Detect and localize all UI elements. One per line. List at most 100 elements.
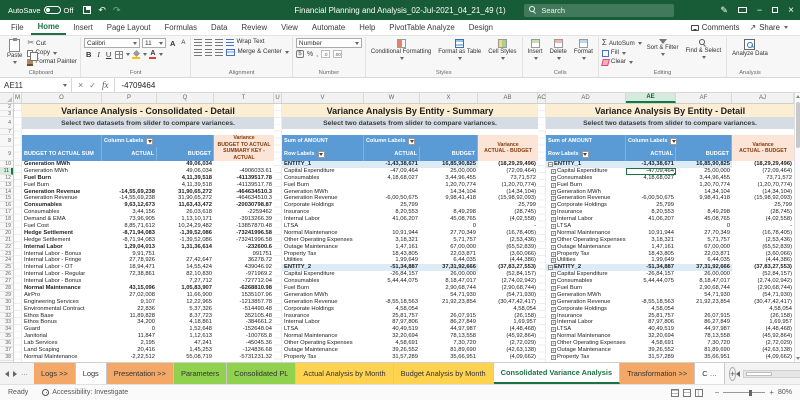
presenter-icon[interactable] <box>738 7 747 13</box>
budget-cell[interactable]: 7,30,720 <box>676 340 732 347</box>
row-label-cell[interactable]: Property Tax <box>282 251 364 258</box>
variance-cell[interactable]: 73,71,572 <box>732 175 794 182</box>
budget-cell[interactable]: 4,18,861 <box>157 319 214 326</box>
budget-cell[interactable]: 14,34,104 <box>420 189 478 196</box>
row-label-cell[interactable]: +Corporate Holdings <box>546 202 626 209</box>
budget-cell[interactable]: 49,06,034 <box>157 161 214 168</box>
budget-cell[interactable]: 45,08,765 <box>420 216 478 223</box>
undo-icon[interactable] <box>98 5 106 16</box>
row-label-cell[interactable]: Hedge Settlement <box>22 230 102 237</box>
variance-cell[interactable]: (1,20,70,774) <box>732 182 794 189</box>
insert-function-icon[interactable]: fx <box>102 80 109 90</box>
row-label-cell[interactable]: Generation MWh <box>22 168 102 175</box>
row-label-cell[interactable]: Property Tax <box>282 354 364 361</box>
decrease-decimal-icon[interactable]: .00 <box>333 50 342 58</box>
row-label-cell[interactable]: Generation MWh <box>22 161 102 168</box>
variance-cell[interactable]: (37,83,27,553) <box>478 264 538 271</box>
budget-cell[interactable]: -1,39,52,086 <box>157 230 214 237</box>
font-name-select[interactable]: Calibri <box>84 38 140 48</box>
row-label-cell[interactable]: Fuel Burn <box>22 182 102 189</box>
actual-cell[interactable]: 22,836 <box>102 306 157 313</box>
sheet-tab-budget-analysis-by-month[interactable]: Budget Analysis by Month <box>394 363 494 384</box>
more-sheets-icon[interactable]: … <box>21 370 29 377</box>
row-label-cell[interactable]: +Normal Maintenance <box>546 230 626 237</box>
budget-cell[interactable]: 78,13,558 <box>420 333 478 340</box>
search-input[interactable]: Search <box>524 4 674 17</box>
variance-cell[interactable]: (4,48,468) <box>478 326 538 333</box>
budget-cell[interactable]: 27,70,349 <box>676 230 732 237</box>
actual-cell[interactable]: 32,20,694 <box>364 333 420 340</box>
sort-filter-button[interactable]: Sort & Filter <box>645 38 681 57</box>
row-label-cell[interactable]: Fuel Burn <box>282 182 364 189</box>
row-label-cell[interactable]: Internal Labor - Bonus <box>22 251 102 258</box>
budget-cell[interactable]: 2,90,68,744 <box>676 285 732 292</box>
row-label-cell[interactable]: +Fuel Burn <box>546 182 626 189</box>
clear-button[interactable]: Clear <box>602 58 642 66</box>
budget-cell[interactable]: 31,90,65,272 <box>157 189 214 196</box>
budget-cell[interactable] <box>420 202 478 209</box>
actual-cell[interactable]: 20,416 <box>102 347 157 354</box>
actual-cell[interactable]: -14,55,69,238 <box>102 189 157 196</box>
expand-icon[interactable]: + <box>551 203 556 208</box>
actual-cell[interactable] <box>102 161 157 168</box>
variance-cell[interactable]: (4,02,558) <box>732 216 794 223</box>
variance-cell[interactable]: -152648.04 <box>214 326 274 333</box>
actual-cell[interactable] <box>364 182 420 189</box>
row-label-cell[interactable]: Generation Revenue <box>22 189 102 196</box>
actual-cell[interactable]: 43,15,096 <box>102 285 157 292</box>
budget-cell[interactable]: 1,31,36,614 <box>157 244 214 251</box>
autosave-control[interactable]: AutoSave Off <box>8 6 73 15</box>
actual-cell[interactable]: 10,91,944 <box>626 230 676 237</box>
actual-cell[interactable]: -14,55,69,238 <box>102 195 157 202</box>
budget-cell[interactable]: 11,66,900 <box>157 292 214 299</box>
variance-cell[interactable]: (54,71,930) <box>478 292 538 299</box>
variance-cell[interactable]: -6268810.98 <box>214 285 274 292</box>
redo-icon[interactable] <box>113 5 121 16</box>
row-label-cell[interactable]: Internal Labor <box>282 216 364 223</box>
actual-cell[interactable]: 3,18,321 <box>626 237 676 244</box>
variance-cell[interactable]: (2,53,436) <box>732 237 794 244</box>
grow-font-button[interactable]: A <box>168 39 177 48</box>
budget-cell[interactable]: 78,13,558 <box>676 333 732 340</box>
scroll-down-icon[interactable] <box>796 357 800 360</box>
sheet-tab-transformation[interactable]: Transformation >> <box>620 363 695 384</box>
row-label-cell[interactable]: Capital Expenditure <box>282 168 364 175</box>
budget-cell[interactable]: 45,08,765 <box>676 216 732 223</box>
row-label-cell[interactable]: Ethos Bonus <box>22 319 102 326</box>
hscroll-track[interactable] <box>743 370 800 378</box>
variance-cell[interactable]: (2,90,68,744) <box>732 285 794 292</box>
actual-cell[interactable]: 73,96,905 <box>102 216 157 223</box>
actual-cell[interactable]: 8,20,553 <box>626 209 676 216</box>
variance-cell[interactable]: (16,78,405) <box>478 230 538 237</box>
actual-cell[interactable]: 11,847 <box>102 333 157 340</box>
budget-cell[interactable]: 10,24,29,482 <box>157 223 214 230</box>
row-header-38[interactable]: 38 <box>0 354 13 361</box>
actual-cell[interactable]: 4,58,054 <box>364 306 420 313</box>
variance-cell[interactable]: (37,83,27,553) <box>732 264 794 271</box>
row-label-cell[interactable]: +Property Tax <box>546 251 626 258</box>
fill-button[interactable]: Fill <box>602 49 642 57</box>
column-labels-cell[interactable]: Column Labels <box>364 135 478 147</box>
row-label-cell[interactable]: LTSA <box>282 326 364 333</box>
actual-cell[interactable]: 39,26,552 <box>364 347 420 354</box>
budget-cell[interactable]: 55,08,719 <box>157 354 214 361</box>
row-header-26[interactable]: 26 <box>0 271 13 278</box>
row-label-cell[interactable]: +Property Tax <box>546 354 626 361</box>
expand-icon[interactable]: + <box>551 183 556 188</box>
font-size-select[interactable]: 11 <box>142 38 166 48</box>
variance-cell[interactable]: (4,48,468) <box>732 326 794 333</box>
actual-cell[interactable]: -1,43,38,671 <box>364 161 420 168</box>
expand-icon[interactable]: + <box>551 224 556 229</box>
row-label-cell[interactable]: Fuel Burn <box>282 285 364 292</box>
actual-cell[interactable]: 11,89,828 <box>102 313 157 320</box>
bold-button[interactable]: B <box>84 50 93 59</box>
budget-cell[interactable]: 14,55,424 <box>157 264 214 271</box>
actual-cell[interactable]: 4,18,68,027 <box>626 175 676 182</box>
budget-cell[interactable]: 86,27,849 <box>420 319 478 326</box>
ribbon-tab-insert[interactable]: Insert <box>66 20 100 35</box>
budget-cell[interactable]: 67,00,000 <box>676 244 732 251</box>
variance-cell[interactable]: 36278.72 <box>214 257 274 264</box>
budget-cell[interactable]: 31,90,65,272 <box>157 195 214 202</box>
variance-cell[interactable]: 25,799 <box>478 202 538 209</box>
row-label-cell[interactable]: Other Operating Expenses <box>282 340 364 347</box>
